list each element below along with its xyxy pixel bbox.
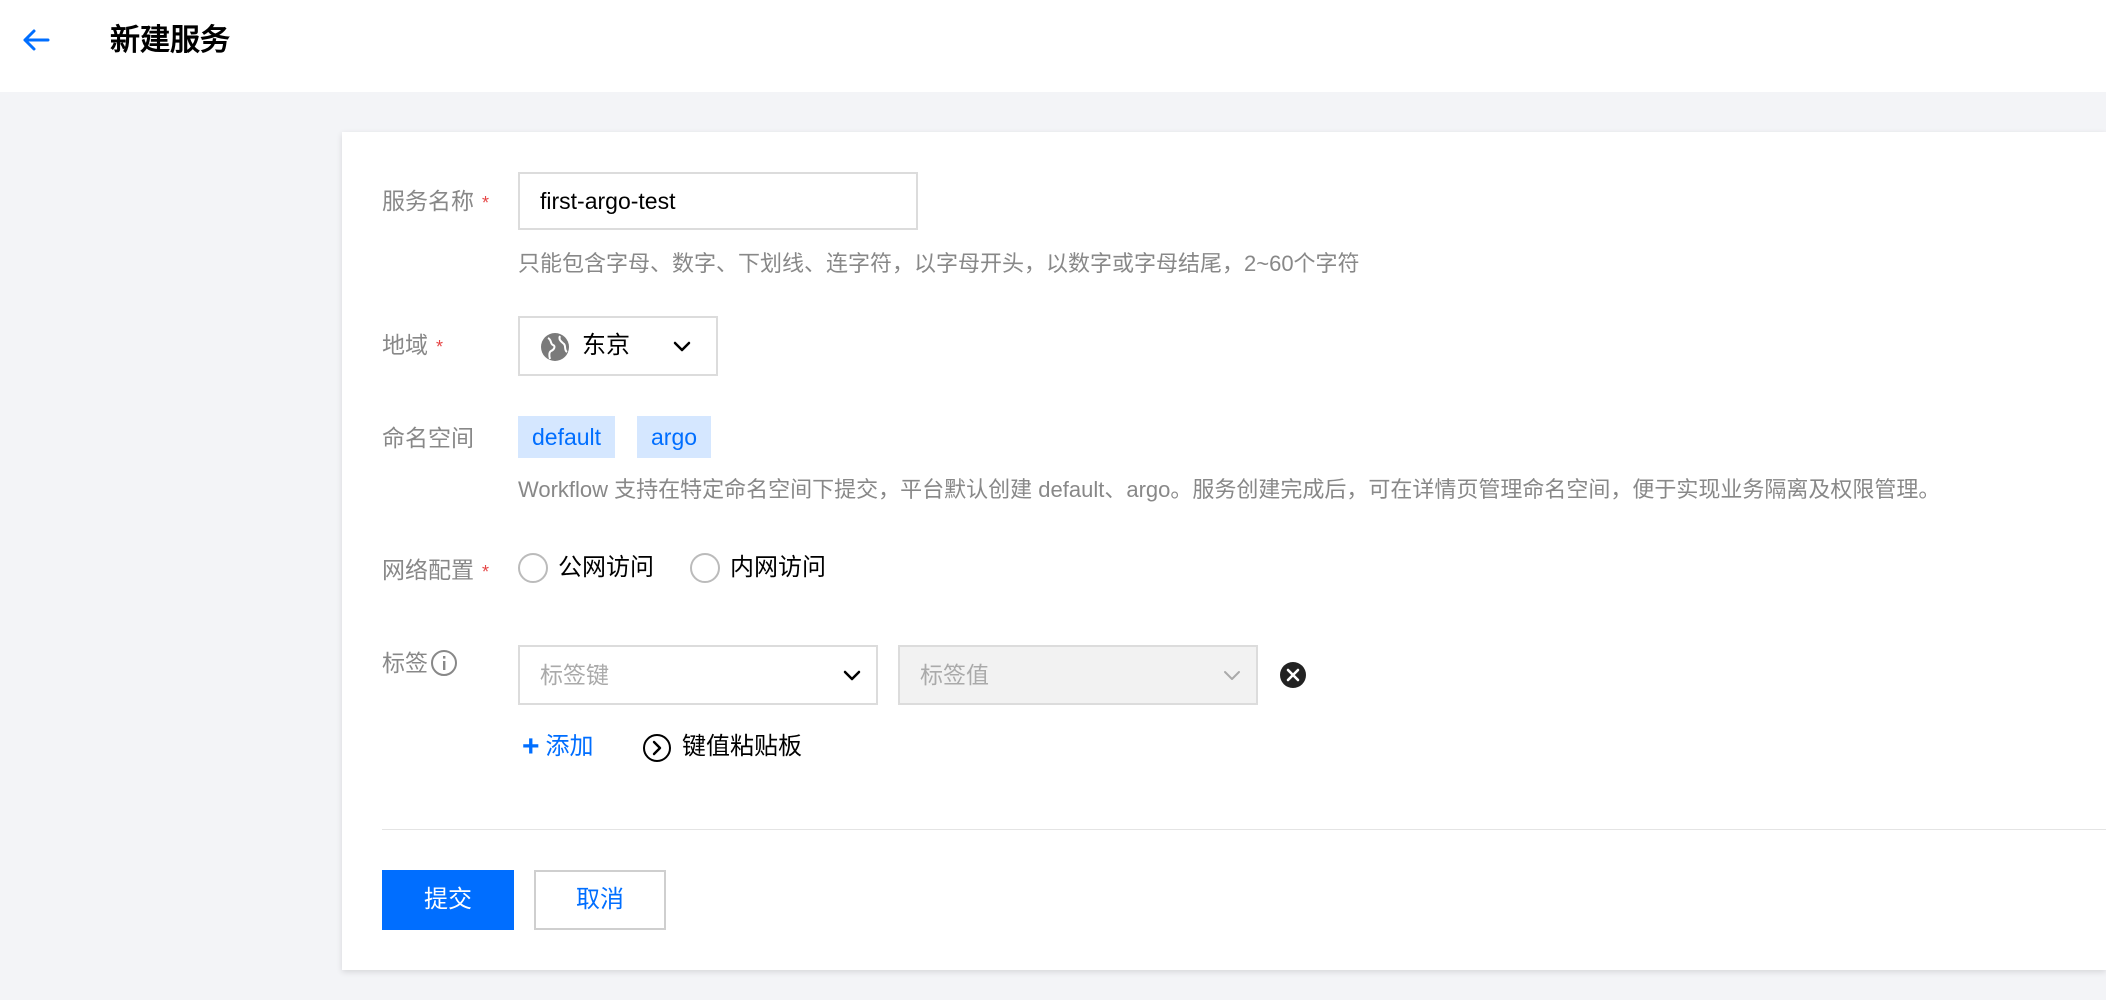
service-name-label-text: 服务名称 — [382, 188, 474, 214]
add-tag-button[interactable]: + 添加 — [522, 730, 594, 764]
namespace-hint: Workflow 支持在特定命名空间下提交，平台默认创建 default、arg… — [518, 477, 1941, 502]
tag-key-placeholder: 标签键 — [540, 662, 609, 688]
back-arrow-icon[interactable] — [18, 22, 54, 58]
region-label-text: 地域 — [382, 332, 428, 358]
required-mark: * — [482, 561, 490, 582]
page-title: 新建服务 — [110, 24, 230, 57]
radio-private-network[interactable] — [690, 553, 720, 583]
region-select[interactable]: 东京 — [518, 316, 718, 376]
region-value: 东京 — [582, 332, 630, 359]
service-name-label: 服务名称 * — [382, 184, 489, 220]
globe-icon — [541, 333, 569, 361]
required-mark: * — [436, 336, 444, 357]
service-name-hint: 只能包含字母、数字、下划线、连字符，以字母开头，以数字或字母结尾，2~60个字符 — [518, 251, 1360, 276]
form-divider — [382, 829, 2106, 830]
chevron-right-circle-icon[interactable] — [642, 733, 672, 763]
namespace-tag-default: default — [518, 416, 616, 458]
info-icon[interactable] — [430, 649, 458, 677]
plus-icon: + — [522, 730, 540, 763]
remove-tag-icon[interactable] — [1279, 661, 1307, 689]
tags-label-text: 标签 — [382, 650, 428, 676]
tags-label: 标签 — [382, 646, 457, 680]
required-mark: * — [482, 192, 490, 213]
network-label: 网络配置 * — [382, 553, 489, 589]
namespace-tag-argo: argo — [637, 416, 712, 458]
radio-private-network-label[interactable]: 内网访问 — [730, 551, 826, 585]
submit-button[interactable]: 提交 — [382, 870, 514, 930]
chevron-down-icon — [843, 670, 861, 681]
radio-public-network-label[interactable]: 公网访问 — [558, 551, 654, 585]
tag-key-select[interactable]: 标签键 — [518, 645, 878, 705]
page-header: 新建服务 — [0, 0, 2106, 92]
radio-public-network[interactable] — [518, 553, 548, 583]
kv-paste-board-button[interactable]: 键值粘贴板 — [682, 730, 802, 764]
region-label: 地域 * — [382, 328, 443, 364]
service-name-input[interactable]: first-argo-test — [518, 172, 918, 230]
tag-value-select: 标签值 — [898, 645, 1258, 705]
cancel-button[interactable]: 取消 — [534, 870, 666, 930]
chevron-down-icon — [673, 341, 691, 352]
add-tag-label: 添加 — [545, 733, 594, 760]
chevron-down-icon — [1224, 671, 1240, 680]
tag-value-placeholder: 标签值 — [920, 662, 989, 688]
namespace-label: 命名空间 — [382, 425, 474, 451]
network-label-text: 网络配置 — [382, 557, 474, 583]
